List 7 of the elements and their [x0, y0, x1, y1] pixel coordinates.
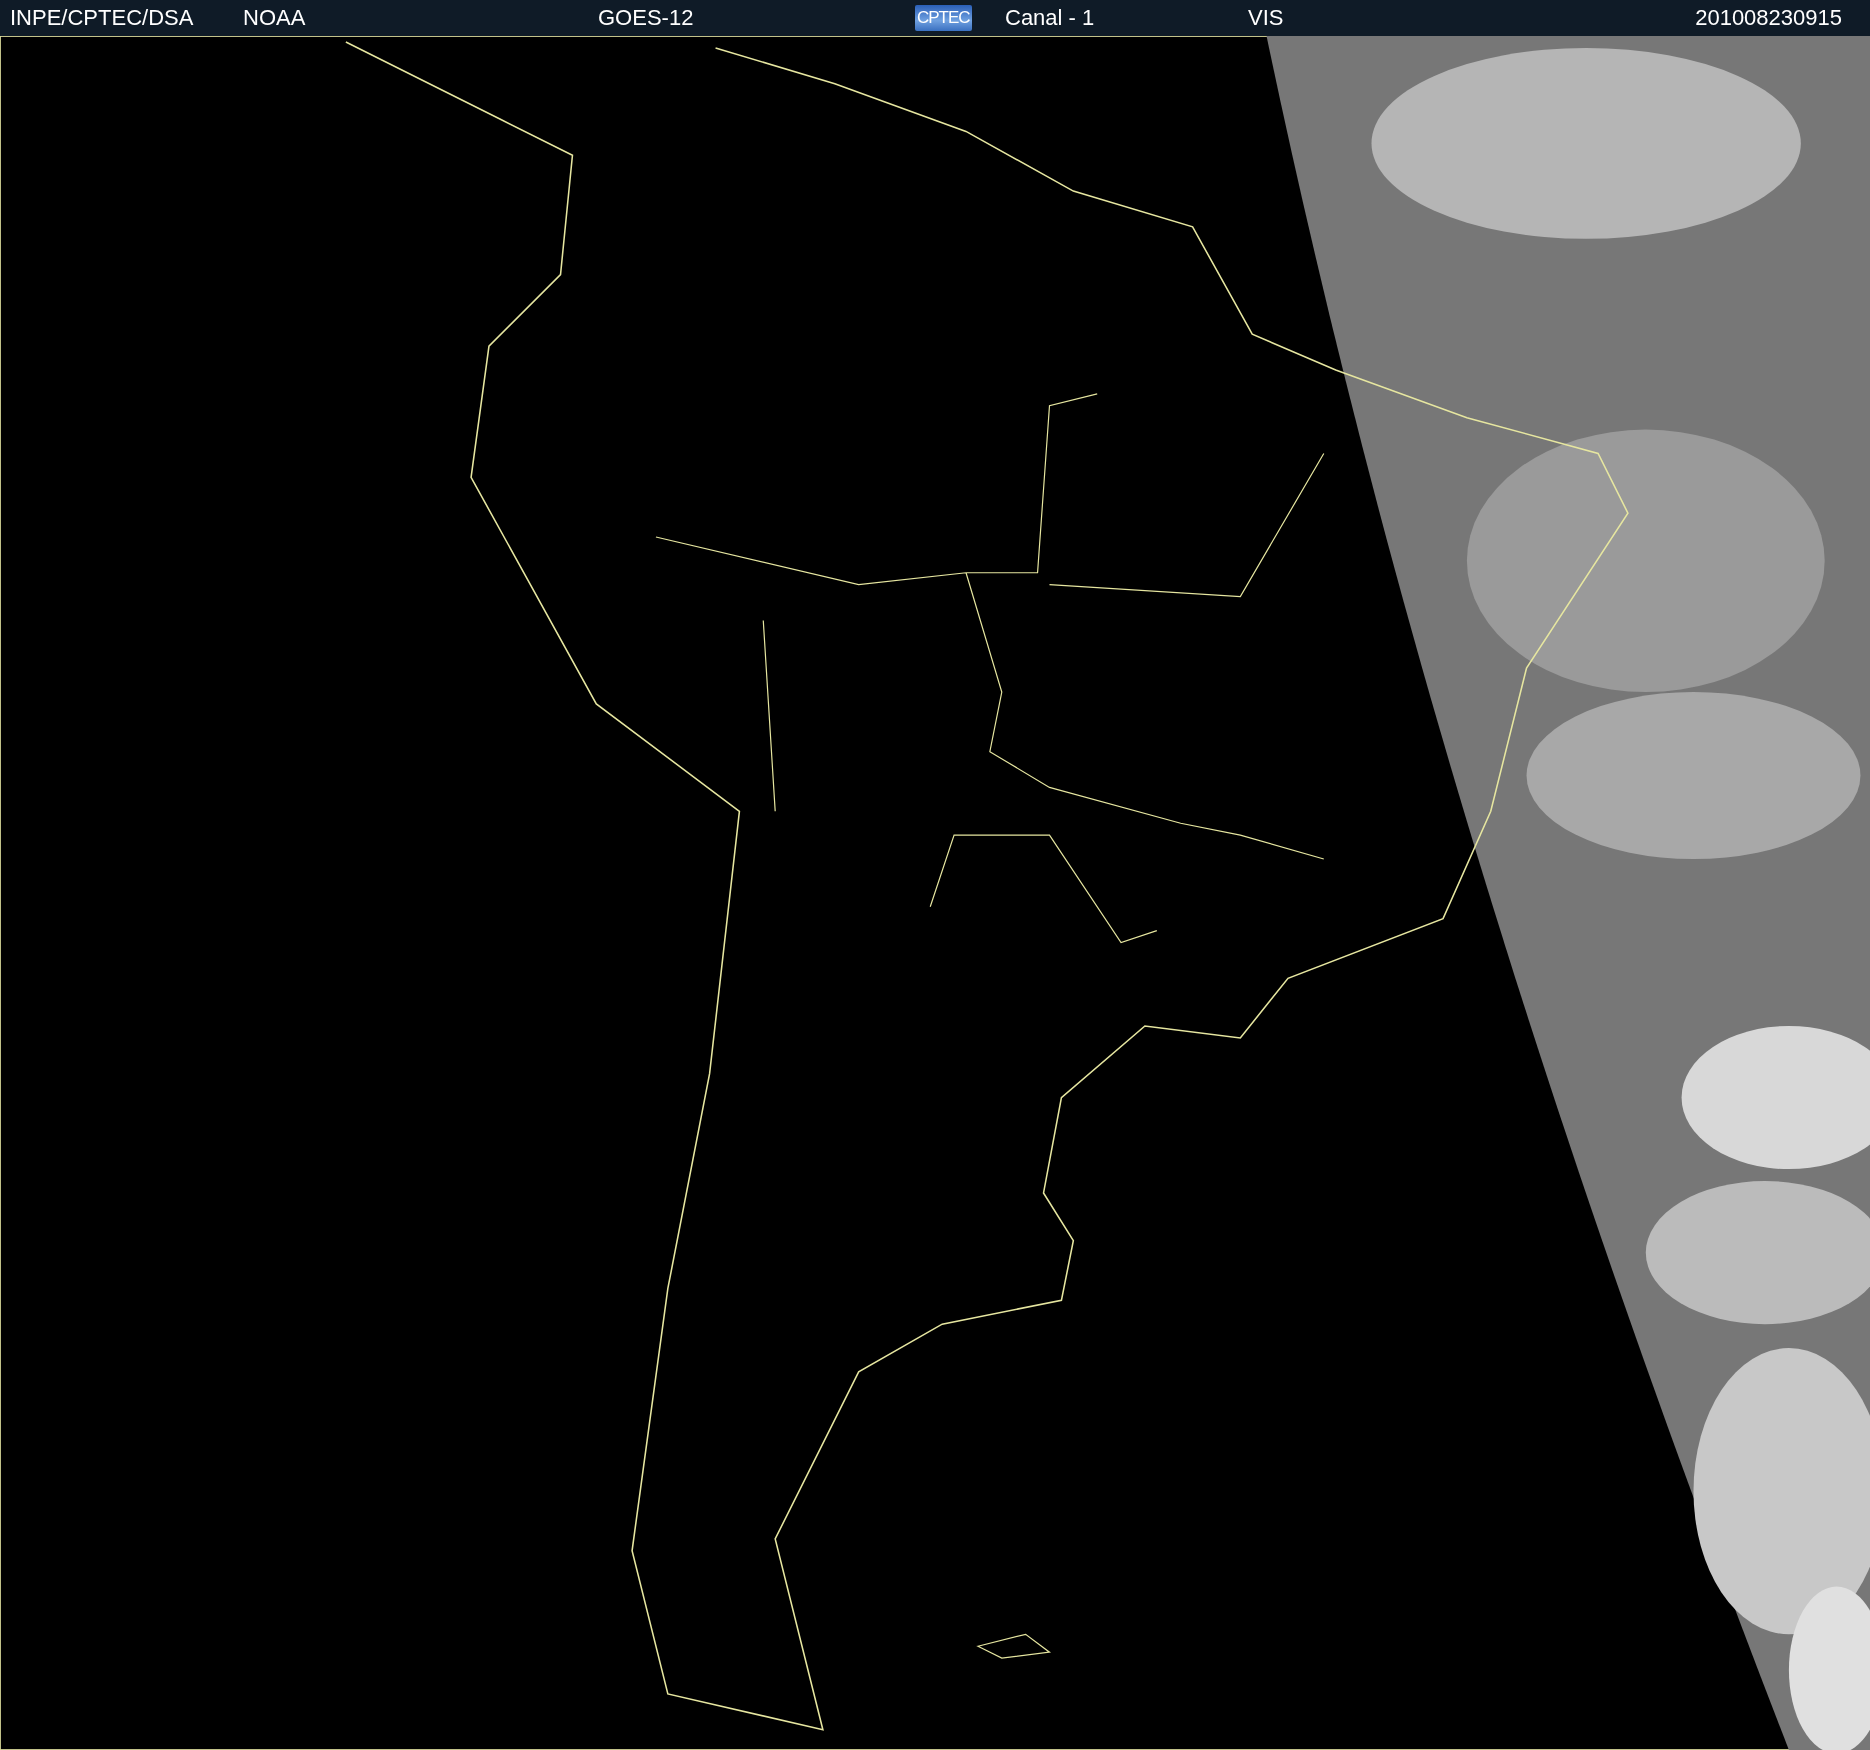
agency-label: NOAA: [243, 5, 306, 31]
channel-label: Canal - 1: [1005, 5, 1095, 31]
timestamp-label: 201008230915: [1695, 5, 1842, 31]
cptec-logo: CPTEC: [915, 5, 972, 31]
band-label: VIS: [1248, 5, 1284, 31]
satellite-label: GOES-12: [598, 5, 694, 31]
institution-label: INPE/CPTEC/DSA: [10, 5, 194, 31]
